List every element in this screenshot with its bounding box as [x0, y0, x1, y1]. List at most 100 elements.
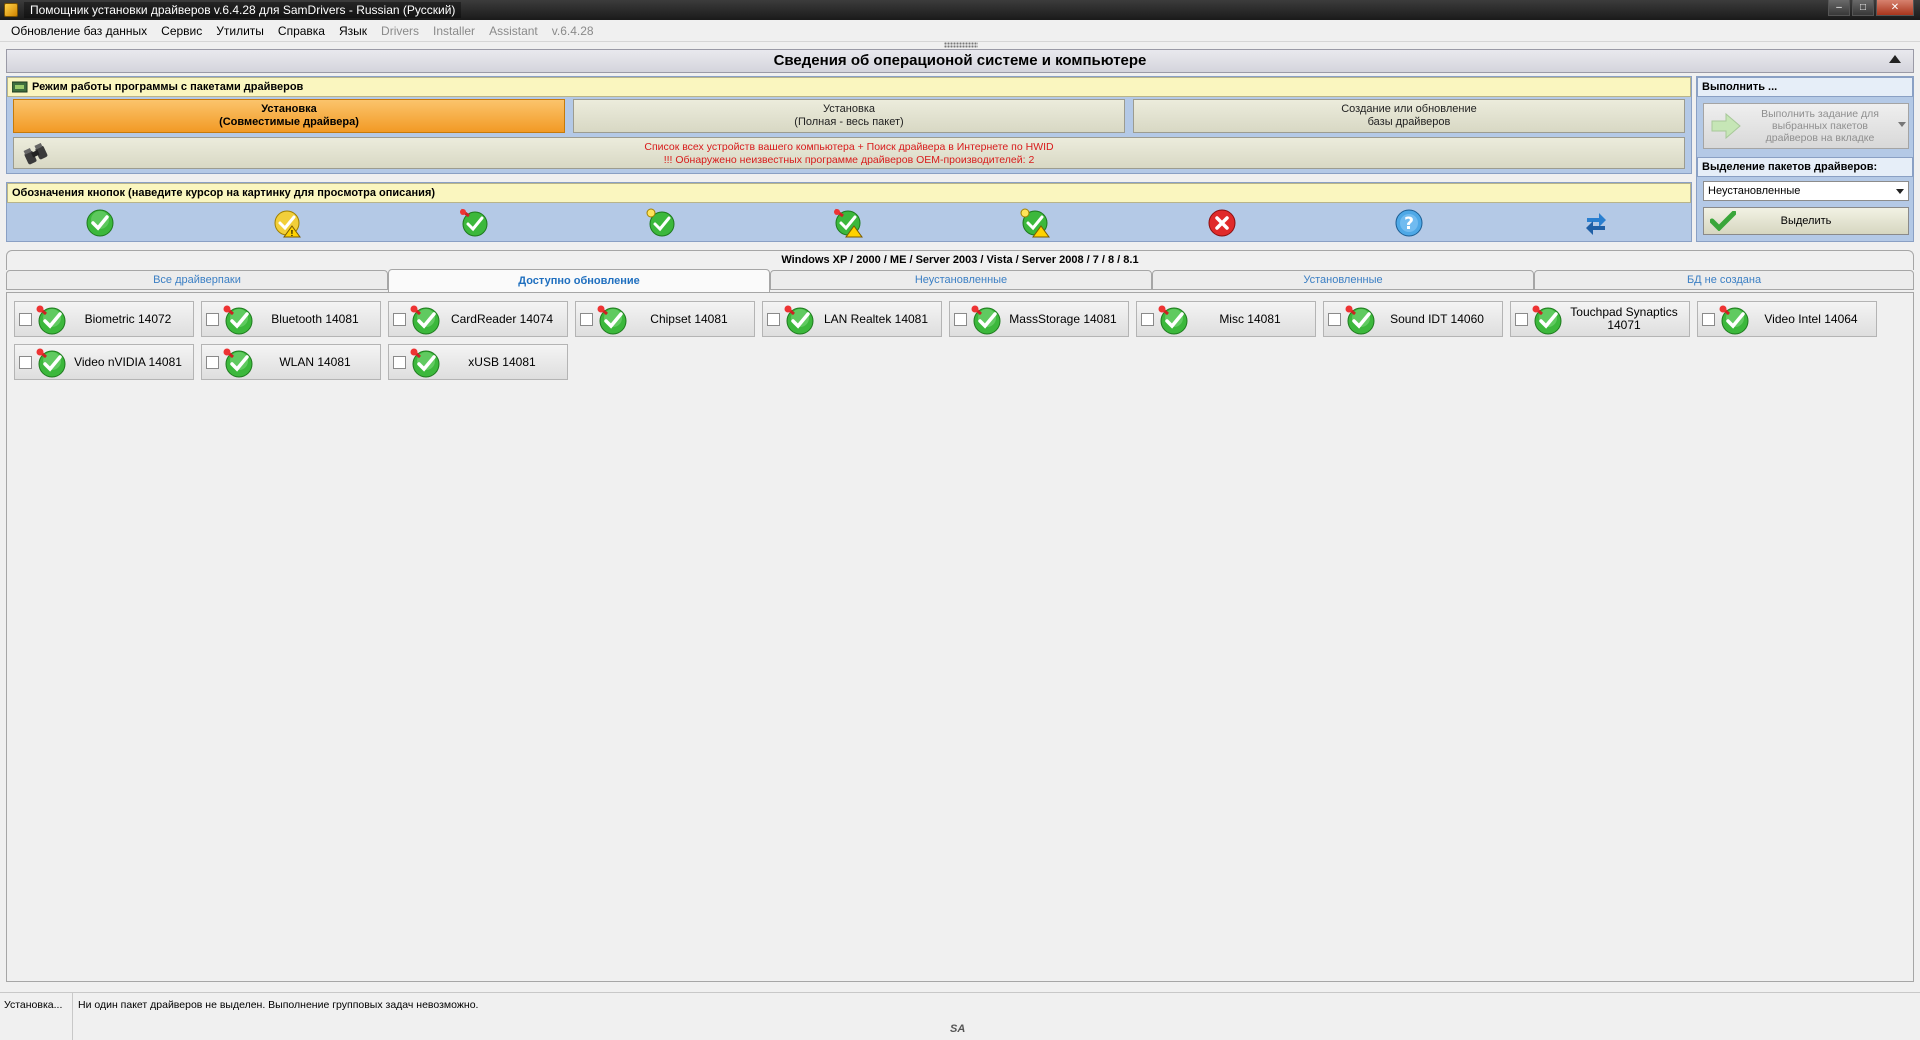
green-arrow-right-icon: [1711, 112, 1741, 140]
driver-package-button[interactable]: WLAN 14081: [201, 344, 381, 380]
driver-package-button[interactable]: Sound IDT 14060: [1323, 301, 1503, 337]
package-checkbox[interactable]: [580, 313, 593, 326]
menu-language[interactable]: Язык: [332, 21, 374, 41]
package-label: Misc 14081: [1219, 311, 1281, 326]
package-label: MassStorage 14081: [1009, 311, 1117, 326]
mode-create-database-button[interactable]: Создание или обновление базы драйверов: [1133, 99, 1685, 133]
check-icon: [1710, 211, 1736, 231]
menu-installer: Installer: [433, 23, 476, 38]
mode-install-full-button[interactable]: Установка (Полная - весь пакет): [573, 99, 1125, 133]
status-bar: Установка... Ни один пакет драйверов не …: [0, 992, 1920, 1040]
driver-package-button[interactable]: xUSB 14081: [388, 344, 568, 380]
package-checkbox[interactable]: [19, 356, 32, 369]
execute-task-button[interactable]: Выполнить задание для выбранных пакетов …: [1703, 103, 1909, 149]
driver-package-button[interactable]: Video nVIDIA 14081: [14, 344, 194, 380]
hwid-search-button[interactable]: Список всех устройств вашего компьютера …: [13, 137, 1685, 169]
mode-install-compatible-button[interactable]: Установка (Совместимые драйвера): [13, 99, 565, 133]
package-checkbox[interactable]: [1515, 313, 1528, 326]
green-check-pin-icon: [410, 305, 440, 335]
tab-db-not-created[interactable]: БД не создана: [1534, 270, 1914, 290]
green-check-icon[interactable]: [85, 208, 115, 238]
button-line2: (Полная - весь пакет): [794, 116, 904, 128]
green-check-pin-icon: [971, 305, 1001, 335]
green-check-pin-icon: [410, 348, 440, 378]
driver-package-button[interactable]: Bluetooth 14081: [201, 301, 381, 337]
tab-update-available[interactable]: Доступно обновление: [388, 269, 770, 292]
package-label: xUSB 14081: [468, 354, 536, 369]
blue-refresh-arrows-icon[interactable]: [1581, 208, 1611, 238]
green-check-bulb-icon[interactable]: [646, 208, 676, 238]
select-packages-button[interactable]: Выделить: [1703, 207, 1909, 235]
green-check-pin-icon: [36, 305, 66, 335]
package-label: Touchpad Synaptics 14071: [1570, 305, 1678, 332]
side-panel: Выполнить ... Выполнить задание для выбр…: [1696, 76, 1914, 242]
driver-package-button[interactable]: LAN Realtek 14081: [762, 301, 942, 337]
tab-all-driverpacks[interactable]: Все драйверпаки: [6, 270, 388, 290]
package-checkbox[interactable]: [1702, 313, 1715, 326]
package-checkbox[interactable]: [393, 313, 406, 326]
package-checkbox[interactable]: [206, 313, 219, 326]
title-bar: Помощник установки драйверов v.6.4.28 дл…: [0, 0, 1920, 20]
red-x-icon[interactable]: [1207, 208, 1237, 238]
system-info-header[interactable]: Сведения об операционой системе и компью…: [6, 49, 1914, 73]
package-label: Chipset 14081: [650, 311, 728, 326]
tab-not-installed[interactable]: Неустановленные: [770, 270, 1152, 290]
package-filter-select[interactable]: Неустановленные: [1703, 181, 1909, 201]
driver-package-button[interactable]: Biometric 14072: [14, 301, 194, 337]
green-check-pin-icon: [1532, 305, 1562, 335]
mode-panel-title-text: Режим работы программы с пакетами драйве…: [32, 81, 304, 93]
package-label: Biometric 14072: [84, 311, 172, 326]
package-label: Sound IDT 14060: [1390, 311, 1484, 326]
system-info-title: Сведения об операционой системе и компью…: [773, 52, 1147, 69]
menu-service[interactable]: Сервис: [154, 21, 209, 41]
package-checkbox[interactable]: [393, 356, 406, 369]
samdrivers-logo: SA: [950, 1023, 966, 1035]
blue-question-icon[interactable]: ?: [1394, 208, 1424, 238]
package-label: CardReader 14074: [450, 311, 554, 326]
green-check-pin-warning-icon[interactable]: [833, 208, 863, 238]
chevron-down-icon[interactable]: [1898, 122, 1906, 127]
menu-bar: Обновление баз данных Сервис Утилиты Спр…: [0, 20, 1920, 42]
driver-package-button[interactable]: MassStorage 14081: [949, 301, 1129, 337]
yellow-check-warning-icon[interactable]: !: [272, 208, 302, 238]
driver-package-button[interactable]: Misc 14081: [1136, 301, 1316, 337]
maximize-button[interactable]: □: [1852, 0, 1874, 16]
collapse-up-icon[interactable]: [1889, 55, 1901, 63]
tab-installed[interactable]: Установленные: [1152, 270, 1534, 290]
driver-package-button[interactable]: Touchpad Synaptics 14071: [1510, 301, 1690, 337]
menu-help[interactable]: Справка: [271, 21, 332, 41]
driver-package-button[interactable]: Video Intel 14064: [1697, 301, 1877, 337]
hwid-line2: !!! Обнаружено неизвестных программе дра…: [663, 154, 1035, 166]
button-line2: базы драйверов: [1367, 116, 1451, 128]
window-title: Помощник установки драйверов v.6.4.28 дл…: [24, 2, 462, 18]
package-checkbox[interactable]: [206, 356, 219, 369]
menu-assistant: Assistant: [489, 23, 538, 38]
legend-panel: Обозначения кнопок (наведите курсор на к…: [6, 182, 1692, 242]
splitter-handle[interactable]: [944, 42, 978, 48]
package-checkbox[interactable]: [1141, 313, 1154, 326]
green-check-pin-icon: [784, 305, 814, 335]
driver-package-button[interactable]: CardReader 14074: [388, 301, 568, 337]
package-label: Video Intel 14064: [1764, 311, 1858, 326]
green-check-pin-icon[interactable]: [459, 208, 489, 238]
packages-grid: Biometric 14072 Bluetooth 14081 CardReader…: [6, 292, 1914, 982]
green-check-bulb-warning-icon[interactable]: [1020, 208, 1050, 238]
package-label: Bluetooth 14081: [271, 311, 359, 326]
minimize-button[interactable]: –: [1828, 0, 1850, 16]
menu-update-databases[interactable]: Обновление баз данных: [4, 21, 154, 41]
execute-task-label: Выполнить задание для выбранных пакетов …: [1761, 108, 1879, 144]
window-controls: – □ ✕: [1828, 0, 1914, 16]
select-packages-label: Выделить: [1780, 215, 1832, 227]
driver-package-button[interactable]: Chipset 14081: [575, 301, 755, 337]
os-support-strip: Windows XP / 2000 / ME / Server 2003 / V…: [6, 250, 1914, 270]
package-checkbox[interactable]: [767, 313, 780, 326]
green-check-pin-icon: [36, 348, 66, 378]
svg-text:?: ?: [1404, 214, 1414, 234]
status-mode: Установка...: [4, 999, 63, 1011]
panel-gear-icon: [12, 81, 28, 93]
package-checkbox[interactable]: [1328, 313, 1341, 326]
package-checkbox[interactable]: [954, 313, 967, 326]
menu-utilities[interactable]: Утилиты: [209, 21, 271, 41]
close-button[interactable]: ✕: [1876, 0, 1914, 16]
package-checkbox[interactable]: [19, 313, 32, 326]
